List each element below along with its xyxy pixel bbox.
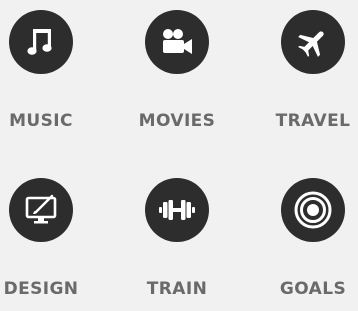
tile-label-goals: GOALS	[279, 279, 347, 299]
movie-camera-icon	[163, 29, 192, 54]
music-note-icon	[27, 29, 52, 55]
train-icon-circle	[145, 178, 209, 242]
music-icon-circle	[9, 10, 73, 74]
category-grid: MUSIC MOVIES TRAVEL DESIGN TRAIN GOALS	[0, 0, 358, 311]
movies-icon-circle	[145, 10, 209, 74]
tile-label-design: DESIGN	[3, 279, 79, 299]
tile-label-music: MUSIC	[9, 111, 73, 131]
goals-icon-circle	[281, 178, 345, 242]
design-icon-circle	[9, 178, 73, 242]
tile-travel[interactable]: TRAVEL	[258, 10, 358, 131]
dumbbell-icon	[159, 200, 195, 220]
target-icon	[294, 191, 332, 229]
tile-label-movies: MOVIES	[138, 111, 216, 131]
tile-label-travel: TRAVEL	[275, 111, 351, 131]
tile-movies[interactable]: MOVIES	[122, 10, 232, 131]
tile-label-train: TRAIN	[146, 279, 208, 299]
tile-design[interactable]: DESIGN	[0, 178, 96, 299]
monitor-brush-icon	[25, 194, 57, 224]
tile-goals[interactable]: GOALS	[258, 178, 358, 299]
tile-train[interactable]: TRAIN	[122, 178, 232, 299]
airplane-icon	[298, 31, 324, 57]
travel-icon-circle	[281, 10, 345, 74]
tile-music[interactable]: MUSIC	[0, 10, 96, 131]
